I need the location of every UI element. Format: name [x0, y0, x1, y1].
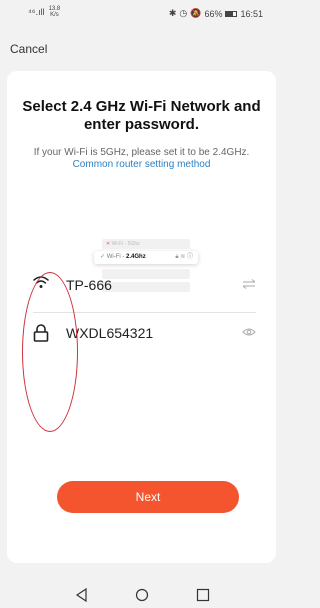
- wifi-network-name: TP-666: [66, 277, 112, 293]
- cross-icon: ✕: [106, 241, 111, 247]
- subtitle-text: If your Wi-Fi is 5GHz, please set it to …: [33, 147, 250, 158]
- next-button[interactable]: Next: [57, 481, 239, 513]
- subtitle: If your Wi-Fi is 5GHz, please set it to …: [7, 147, 276, 171]
- illustration-row-24ghz: ✓ Wi-Fi - 2.4Ghz 🔒︎ ≋ ⓘ: [94, 251, 198, 264]
- divider: [33, 312, 256, 313]
- status-left: ⁴⁶.ıll 13.8 K/s: [28, 6, 60, 18]
- password-row: [33, 314, 256, 352]
- nav-home-icon[interactable]: [135, 588, 149, 602]
- signal-indicator: ⁴⁶.ıll: [28, 7, 45, 17]
- illustration-5ghz-label: Wi-Fi - 5Ghz: [111, 241, 140, 247]
- router-setting-link[interactable]: Common router setting method: [73, 159, 211, 170]
- nav-recent-icon[interactable]: [196, 588, 210, 602]
- wifi-setup-card: Select 2.4 GHz Wi-Fi Network and enter p…: [7, 71, 276, 563]
- illustration-icons: 🔒︎ ≋ ⓘ: [175, 254, 193, 260]
- bluetooth-icon: ✱: [168, 8, 177, 18]
- password-input[interactable]: [66, 322, 226, 344]
- nav-back-icon[interactable]: [75, 588, 89, 602]
- net-speed-unit: K/s: [50, 12, 59, 18]
- system-nav-bar: [0, 580, 283, 608]
- illustration-band: 2.4Ghz: [126, 254, 146, 260]
- alarm-icon: ◷: [179, 8, 188, 18]
- silent-icon: 🔕: [190, 8, 202, 18]
- status-right: ✱ ◷ 🔕 66% 16:51: [169, 8, 263, 19]
- wifi-network-row[interactable]: TP-666: [33, 265, 256, 303]
- page-title: Select 2.4 GHz Wi-Fi Network and enter p…: [22, 98, 261, 133]
- eye-icon[interactable]: [242, 327, 256, 337]
- info-icon: ⓘ: [186, 254, 193, 260]
- lock-icon: [33, 324, 49, 342]
- clock: 16:51: [240, 8, 263, 19]
- battery-icon: [225, 10, 238, 17]
- check-icon: ✓: [100, 254, 106, 260]
- illustration-row-5ghz: ✕ Wi-Fi - 5Ghz: [102, 239, 190, 249]
- illustration-prefix: Wi-Fi -: [106, 254, 127, 260]
- wifi-icon: [33, 276, 49, 288]
- swap-icon[interactable]: [242, 279, 256, 289]
- status-bar: ⁴⁶.ıll 13.8 K/s ✱ ◷ 🔕 66% 16:51: [0, 0, 283, 26]
- cancel-button[interactable]: Cancel: [10, 42, 47, 56]
- battery-percent: 66%: [204, 8, 223, 19]
- net-speed: 13.8 K/s: [49, 6, 61, 18]
